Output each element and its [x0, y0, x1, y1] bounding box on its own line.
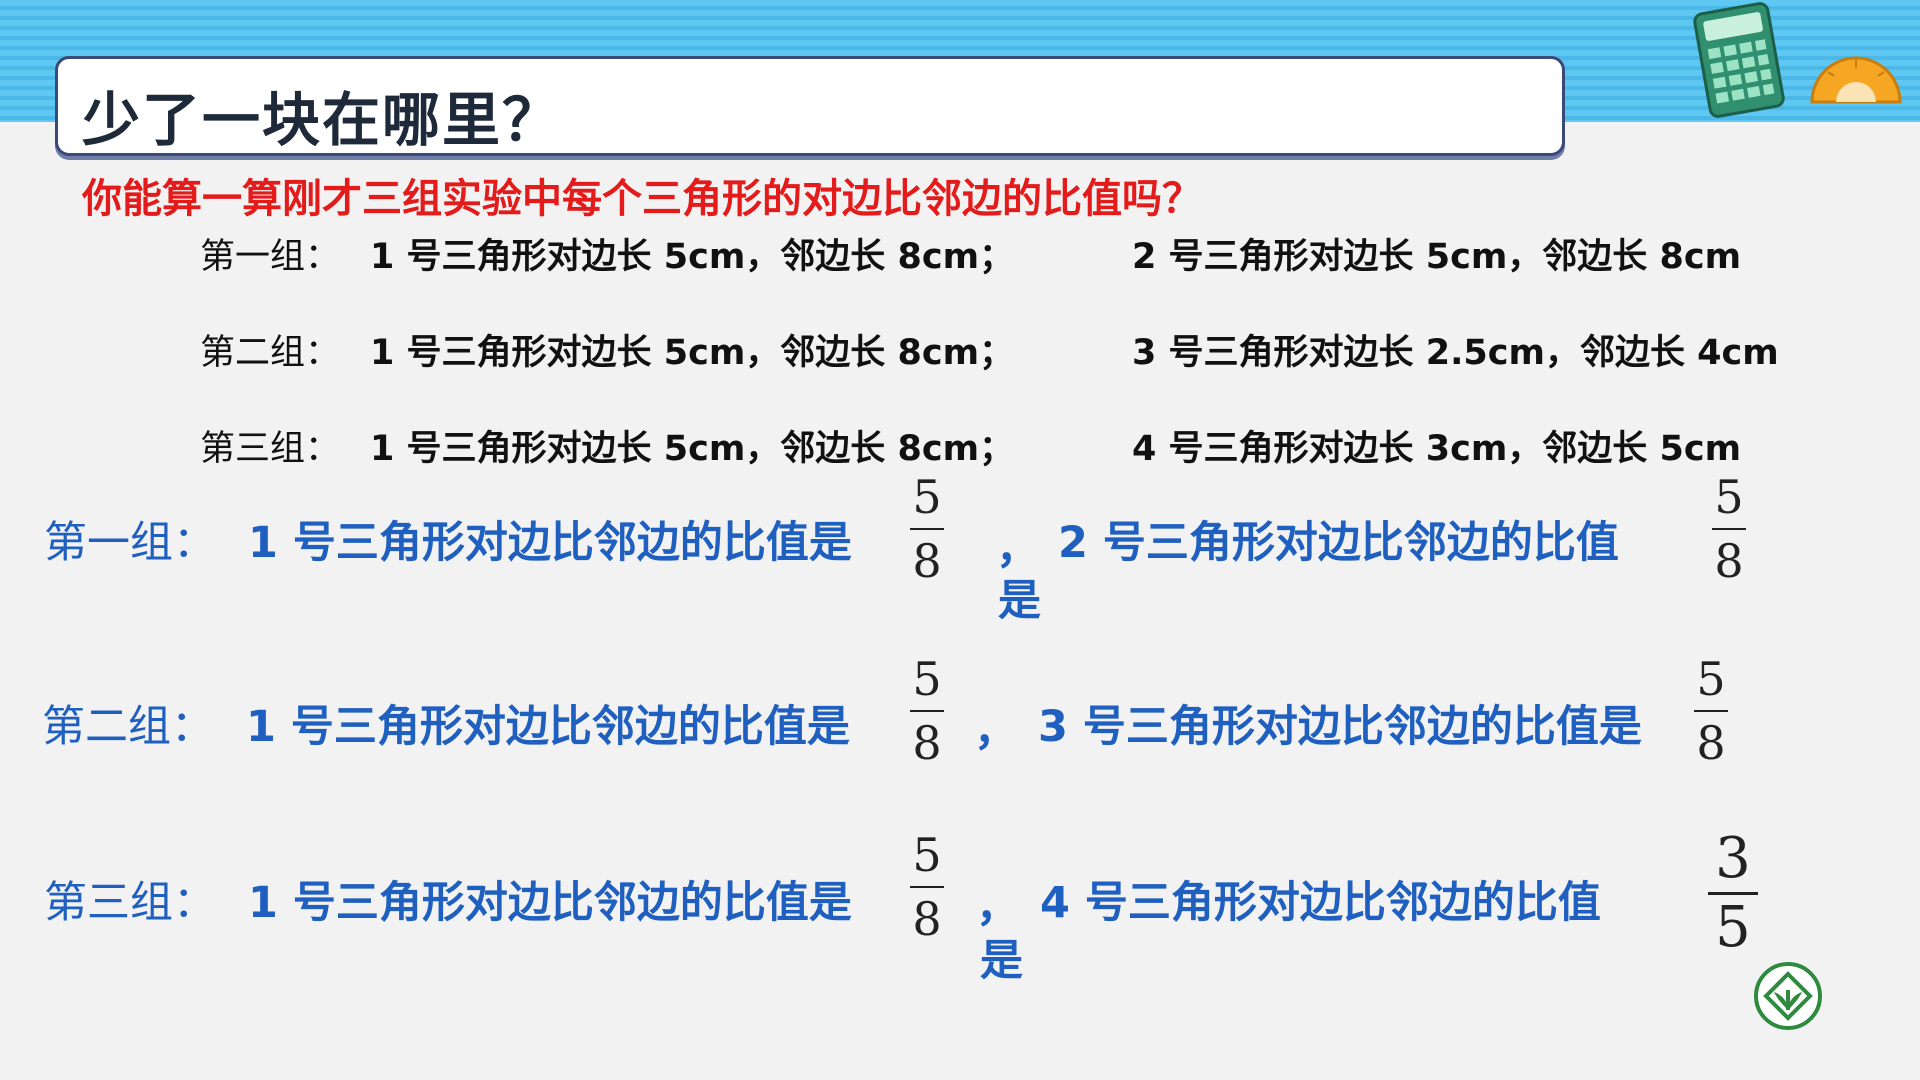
fraction-denominator: 8	[912, 534, 942, 588]
fraction-denominator: 8	[1696, 716, 1726, 770]
fraction-denominator: 8	[912, 892, 942, 946]
fraction: 5 8	[1712, 470, 1746, 588]
data-row-first: 1 号三角形对边长 5cm，邻边长 8cm；	[370, 429, 1015, 469]
answer-second-text: 3 号三角形对边比邻边的比值是	[1038, 702, 1642, 752]
answer-group-label: 第一组：	[44, 518, 216, 568]
data-row-second: 3 号三角形对边长 2.5cm，邻边长 4cm	[1132, 333, 1779, 373]
answer-comma: ，	[974, 706, 1017, 756]
school-logo-icon	[1754, 962, 1822, 1030]
fraction-bar	[910, 710, 944, 712]
data-row-second: 2 号三角形对边长 5cm，邻边长 8cm	[1132, 237, 1742, 277]
fraction: 5 8	[910, 470, 944, 588]
fraction-bar	[1694, 710, 1728, 712]
answer-first-text: 1 号三角形对边比邻边的比值是	[248, 518, 852, 568]
answer-row-1: 第一组： 1 号三角形对边比邻边的比值是 5 8 ， 2 号三角形对边比邻边的比…	[0, 470, 1920, 626]
data-row-first: 1 号三角形对边长 5cm，邻边长 8cm；	[370, 333, 1015, 373]
fraction-bar	[910, 886, 944, 888]
fraction-numerator: 3	[1715, 826, 1751, 891]
data-row-group: 第一组：	[200, 237, 341, 277]
fraction-numerator: 5	[912, 828, 942, 882]
fraction-bar	[1712, 528, 1746, 530]
answer-first-text: 1 号三角形对边比邻边的比值是	[246, 702, 850, 752]
fraction: 5 8	[910, 652, 944, 770]
answer-first-text: 1 号三角形对边比邻边的比值是	[248, 878, 852, 928]
fraction-bar	[910, 528, 944, 530]
fraction-denominator: 8	[1714, 534, 1744, 588]
data-row-first: 1 号三角形对边长 5cm，邻边长 8cm；	[370, 237, 1015, 277]
answer-second-tail: 是	[980, 936, 1023, 986]
answer-second-text: 2 号三角形对边比邻边的比值	[1058, 518, 1619, 568]
answer-group-label: 第二组：	[42, 702, 214, 752]
data-row-second: 4 号三角形对边长 3cm，邻边长 5cm	[1132, 429, 1742, 469]
answer-second-text: 4 号三角形对边比邻边的比值	[1040, 878, 1601, 928]
title-box: 少了一块在哪里？	[55, 56, 1565, 156]
answer-row-3: 第三组： 1 号三角形对边比邻边的比值是 5 8 ， 4 号三角形对边比邻边的比…	[0, 826, 1920, 986]
fraction: 5 8	[1694, 652, 1728, 770]
fraction-denominator: 8	[912, 716, 942, 770]
slide-title: 少了一块在哪里？	[82, 86, 563, 154]
answer-row-2: 第二组： 1 号三角形对边比邻边的比值是 5 8 ， 3 号三角形对边比邻边的比…	[0, 650, 1920, 800]
fraction: 3 5	[1708, 830, 1758, 957]
fraction-numerator: 5	[912, 652, 942, 706]
fraction-denominator: 5	[1715, 895, 1751, 960]
data-row-group: 第三组：	[200, 429, 341, 469]
answer-group-label: 第三组：	[44, 878, 216, 928]
protractor-icon	[1810, 56, 1902, 104]
answer-comma: ，	[976, 882, 1019, 932]
data-row-group: 第二组：	[200, 333, 341, 373]
fraction: 5 8	[910, 828, 944, 946]
answer-second-tail: 是	[998, 576, 1041, 626]
question-text: 你能算一算刚才三组实验中每个三角形的对边比邻边的比值吗？	[82, 176, 1202, 222]
fraction-numerator: 5	[1696, 652, 1726, 706]
fraction-numerator: 5	[1714, 470, 1744, 524]
fraction-numerator: 5	[912, 470, 942, 524]
